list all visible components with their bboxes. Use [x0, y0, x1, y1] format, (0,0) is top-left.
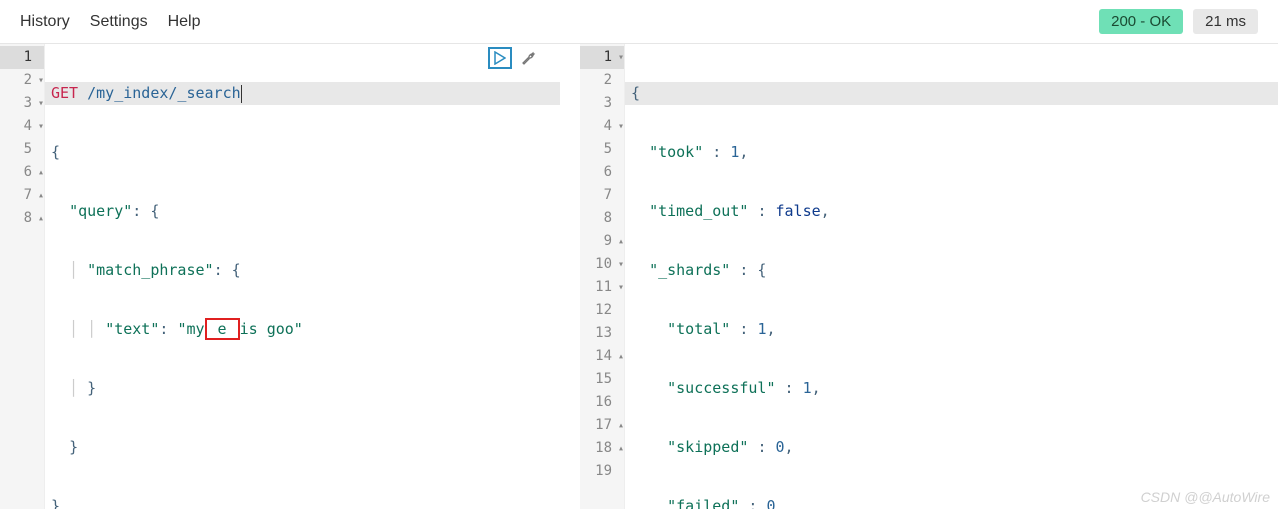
- run-query-button[interactable]: [488, 47, 512, 69]
- fold-arrow-icon: ▾: [614, 253, 624, 276]
- highlight-box: e: [205, 318, 240, 340]
- gutter-line[interactable]: 18▴: [580, 437, 624, 460]
- wrench-icon: [520, 50, 536, 66]
- code-line[interactable]: {: [625, 82, 1278, 105]
- gutter-line[interactable]: 3: [580, 92, 624, 115]
- code-line[interactable]: }: [45, 495, 560, 509]
- gutter-line[interactable]: 15: [580, 368, 624, 391]
- fold-arrow-icon: ▴: [34, 184, 44, 207]
- fold-arrow-icon: ▾: [34, 69, 44, 92]
- fold-arrow-icon: ▾: [34, 115, 44, 138]
- gutter-line[interactable]: 11▾: [580, 276, 624, 299]
- code-line[interactable]: "successful" : 1,: [625, 377, 1278, 400]
- status-badges: 200 - OK 21 ms: [1099, 9, 1258, 34]
- menu-help[interactable]: Help: [168, 13, 201, 31]
- code-line[interactable]: {: [45, 141, 560, 164]
- gutter-line[interactable]: 4▾: [0, 115, 44, 138]
- text-cursor: [241, 85, 242, 103]
- gutter-line[interactable]: 9▴: [580, 230, 624, 253]
- gutter-line[interactable]: 10▾: [580, 253, 624, 276]
- gutter-line[interactable]: 5: [0, 138, 44, 161]
- fold-arrow-icon: ▾: [34, 92, 44, 115]
- fold-arrow-icon: ▾: [614, 276, 624, 299]
- code-line[interactable]: GET /my_index/_search: [45, 82, 560, 105]
- gutter-line[interactable]: 17▴: [580, 414, 624, 437]
- gutter-line[interactable]: 7▴: [0, 184, 44, 207]
- gutter-line[interactable]: 16: [580, 391, 624, 414]
- gutter-line[interactable]: 12: [580, 299, 624, 322]
- gutter-line[interactable]: 8: [580, 207, 624, 230]
- code-line[interactable]: │ }: [45, 377, 560, 400]
- code-line[interactable]: "_shards" : {: [625, 259, 1278, 282]
- gutter-line[interactable]: 8▴: [0, 207, 44, 230]
- request-code-editor[interactable]: GET /my_index/_search { "query": { │ "ma…: [45, 44, 560, 509]
- fold-arrow-icon: ▾: [614, 46, 624, 69]
- code-line[interactable]: "skipped" : 0,: [625, 436, 1278, 459]
- response-gutter[interactable]: 1▾ 2 3 4▾ 5 6 7 8 9▴ 10▾ 11▾ 12 13 14▴ 1…: [580, 44, 625, 509]
- top-toolbar: History Settings Help 200 - OK 21 ms: [0, 0, 1278, 44]
- fold-arrow-icon: ▴: [34, 207, 44, 230]
- fold-arrow-icon: ▴: [614, 230, 624, 253]
- gutter-line[interactable]: 3▾: [0, 92, 44, 115]
- gutter-line[interactable]: 5: [580, 138, 624, 161]
- http-method: GET: [51, 84, 78, 102]
- gutter-line[interactable]: 2▾: [0, 69, 44, 92]
- menu-history[interactable]: History: [20, 13, 70, 31]
- menu-settings[interactable]: Settings: [90, 13, 148, 31]
- gutter-line[interactable]: 1▾: [580, 46, 624, 69]
- code-line[interactable]: │ "match_phrase": {: [45, 259, 560, 282]
- code-line[interactable]: "timed_out" : false,: [625, 200, 1278, 223]
- response-code-viewer[interactable]: { "took" : 1, "timed_out" : false, "_sha…: [625, 44, 1278, 509]
- fold-arrow-icon: ▴: [614, 437, 624, 460]
- fold-arrow-icon: ▴: [614, 345, 624, 368]
- request-gutter[interactable]: 1 2▾ 3▾ 4▾ 5 6▴ 7▴ 8▴: [0, 44, 45, 509]
- gutter-line[interactable]: 4▾: [580, 115, 624, 138]
- gutter-line[interactable]: 13: [580, 322, 624, 345]
- play-icon: [494, 51, 506, 65]
- request-actions: [488, 46, 540, 69]
- code-line[interactable]: │ │ "text": "my e is goo": [45, 318, 560, 341]
- gutter-line[interactable]: 6▴: [0, 161, 44, 184]
- menu-bar: History Settings Help: [20, 13, 201, 31]
- code-line[interactable]: "total" : 1,: [625, 318, 1278, 341]
- fold-arrow-icon: ▾: [614, 115, 624, 138]
- status-code-badge: 200 - OK: [1099, 9, 1183, 34]
- gutter-line[interactable]: 6: [580, 161, 624, 184]
- gutter-line[interactable]: 2: [580, 69, 624, 92]
- code-line[interactable]: "failed" : 0: [625, 495, 1278, 509]
- gutter-line[interactable]: 7: [580, 184, 624, 207]
- request-path: /my_index/_search: [87, 84, 241, 102]
- response-panel: 1▾ 2 3 4▾ 5 6 7 8 9▴ 10▾ 11▾ 12 13 14▴ 1…: [580, 44, 1278, 509]
- wrench-button[interactable]: [516, 47, 540, 69]
- code-line[interactable]: }: [45, 436, 560, 459]
- status-time-badge: 21 ms: [1193, 9, 1258, 34]
- code-line[interactable]: "took" : 1,: [625, 141, 1278, 164]
- request-panel: 1 2▾ 3▾ 4▾ 5 6▴ 7▴ 8▴ GET /my_index/_sea…: [0, 44, 580, 509]
- editor-panels: 1 2▾ 3▾ 4▾ 5 6▴ 7▴ 8▴ GET /my_index/_sea…: [0, 44, 1278, 509]
- code-line[interactable]: "query": {: [45, 200, 560, 223]
- gutter-line[interactable]: 14▴: [580, 345, 624, 368]
- gutter-line[interactable]: 19: [580, 460, 624, 483]
- fold-arrow-icon: ▴: [614, 414, 624, 437]
- gutter-line[interactable]: 1: [0, 46, 44, 69]
- fold-arrow-icon: ▴: [34, 161, 44, 184]
